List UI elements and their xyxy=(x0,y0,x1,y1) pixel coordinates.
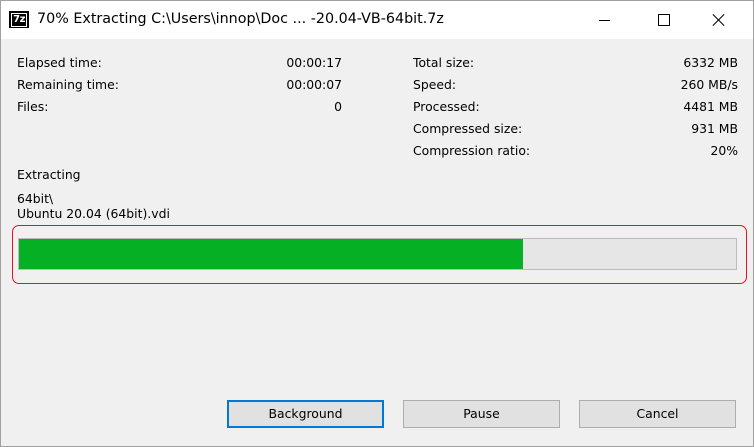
files-label: Files: xyxy=(17,99,49,114)
maximize-button[interactable] xyxy=(641,1,687,39)
progress-bar-fill xyxy=(19,239,524,269)
elapsed-time-label: Elapsed time: xyxy=(17,55,102,70)
remaining-time-value: 00:00:07 xyxy=(286,77,342,92)
speed-value: 260 MB/s xyxy=(680,77,738,92)
speed-label: Speed: xyxy=(413,77,457,92)
compression-ratio-value: 20% xyxy=(710,143,738,158)
elapsed-time-value: 00:00:17 xyxy=(286,55,342,70)
pause-button[interactable]: Pause xyxy=(403,400,560,428)
close-button[interactable] xyxy=(698,1,744,39)
minimize-button[interactable] xyxy=(585,1,631,39)
remaining-time-label: Remaining time: xyxy=(17,77,119,92)
current-folder: 64bit\ xyxy=(17,191,54,206)
total-size-value: 6332 MB xyxy=(683,55,738,70)
window-title: 70% Extracting C:\Users\innop\Doc ... -2… xyxy=(37,11,444,27)
compressed-size-value: 931 MB xyxy=(691,121,738,136)
compressed-size-label: Compressed size: xyxy=(413,121,523,136)
processed-label: Processed: xyxy=(413,99,480,114)
progress-bar xyxy=(18,238,737,270)
operation-status: Extracting xyxy=(17,167,81,182)
total-size-label: Total size: xyxy=(413,55,475,70)
minimize-icon xyxy=(599,20,610,21)
maximize-icon xyxy=(658,14,670,26)
extraction-progress-window: 7z 70% Extracting C:\Users\innop\Doc ...… xyxy=(0,0,754,447)
cancel-button[interactable]: Cancel xyxy=(579,400,736,428)
processed-value: 4481 MB xyxy=(683,99,738,114)
compression-ratio-label: Compression ratio: xyxy=(413,143,531,158)
files-value: 0 xyxy=(334,99,342,114)
current-file: Ubuntu 20.04 (64bit).vdi xyxy=(17,206,170,221)
app-icon-text: 7z xyxy=(11,13,27,27)
close-icon xyxy=(712,13,726,27)
background-button[interactable]: Background xyxy=(227,400,384,428)
title-bar[interactable]: 7z 70% Extracting C:\Users\innop\Doc ...… xyxy=(1,1,753,39)
7zip-app-icon: 7z xyxy=(9,11,29,28)
